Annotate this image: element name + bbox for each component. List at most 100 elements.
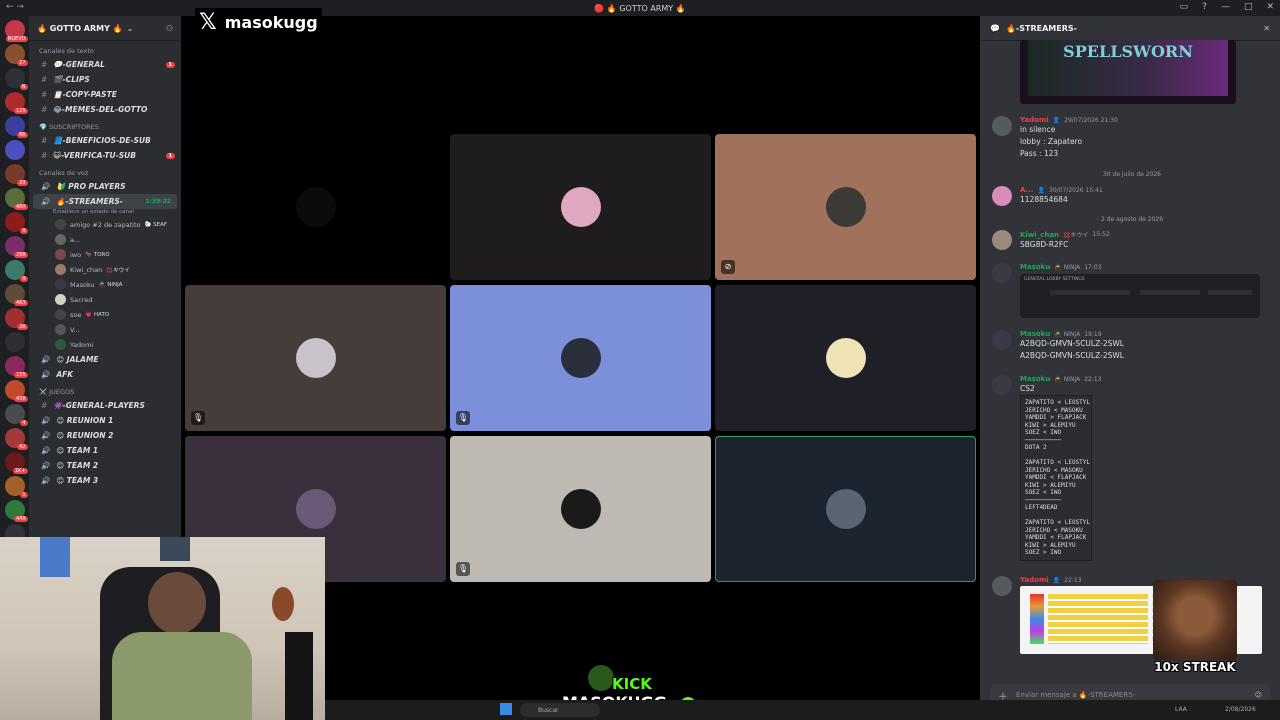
avatar[interactable] bbox=[992, 375, 1012, 395]
category-games[interactable]: ⚔️ JUEGOS bbox=[29, 382, 181, 398]
channel-status[interactable]: Establece un estado de canal bbox=[29, 209, 181, 217]
author-tag: 🥷 NINJA bbox=[1054, 263, 1081, 271]
maximize-icon[interactable]: □ bbox=[1244, 2, 1253, 12]
guild-header[interactable]: 🔥 GOTTO ARMY 🔥 ⌄ ⚇ bbox=[29, 16, 181, 41]
participant-tile[interactable] bbox=[450, 134, 711, 280]
inbox-icon[interactable]: ▭ bbox=[1180, 2, 1189, 12]
server-icon[interactable]: 27 bbox=[4, 44, 28, 66]
voice-channel-pro-players[interactable]: 🔊 🔰 PRO PLAYERS bbox=[29, 179, 181, 194]
category-voice-channels[interactable]: Canales de voz bbox=[29, 163, 181, 179]
server-icon[interactable]: N bbox=[4, 68, 28, 90]
server-icon[interactable]: 42 bbox=[4, 428, 28, 450]
author-name[interactable]: Masoku bbox=[1020, 375, 1050, 383]
participant-tile[interactable] bbox=[185, 134, 446, 280]
taskbar-search[interactable]: Buscar bbox=[520, 703, 600, 717]
speaker-icon: 🔊 bbox=[41, 446, 51, 455]
voice-channel[interactable]: 🔊 AFK bbox=[29, 367, 181, 382]
server-icon[interactable]: 155 bbox=[4, 356, 28, 378]
text-channel[interactable]: # 🎬-CLIPS bbox=[29, 72, 181, 87]
text-channel[interactable]: # 📘-BENEFICIOS-DE-SUB bbox=[29, 133, 181, 148]
screenshot-attachment[interactable]: GENERAL LOBBY SETTINGS bbox=[1020, 274, 1260, 318]
author-name[interactable]: Masoku bbox=[1020, 330, 1050, 338]
image-attachment[interactable]: SPELLSWORN bbox=[1020, 40, 1236, 104]
participant-tile[interactable]: 🎙 bbox=[185, 285, 446, 431]
participant-tile[interactable] bbox=[715, 285, 976, 431]
text-channel[interactable]: # 😺-VERIFICA-TU-SUB 1 bbox=[29, 148, 181, 163]
server-icon[interactable]: 298 bbox=[4, 236, 28, 258]
category-text-channels[interactable]: Canales de texto bbox=[29, 41, 181, 57]
game-channel[interactable]: 🔊 😊 TEAM 3 bbox=[29, 473, 181, 488]
voice-channel[interactable]: 🔊 😊 JALAME bbox=[29, 352, 181, 367]
avatar bbox=[55, 249, 66, 260]
avatar[interactable] bbox=[992, 116, 1012, 136]
close-icon[interactable]: ✕ bbox=[1263, 24, 1270, 33]
close-icon[interactable]: ✕ bbox=[1266, 2, 1274, 12]
voice-user[interactable]: amigo #2 de zapatito 🐑 SEAF bbox=[29, 217, 181, 232]
participant-tile[interactable]: ⊘ bbox=[715, 134, 976, 280]
server-icon[interactable]: 1 bbox=[4, 476, 28, 498]
avatar[interactable] bbox=[992, 230, 1012, 250]
server-badge: 1K+ bbox=[12, 468, 28, 474]
voice-user[interactable]: iwo 🐂 TORO bbox=[29, 247, 181, 262]
nav-arrows-icon[interactable]: ← → bbox=[6, 2, 24, 12]
avatar[interactable] bbox=[992, 263, 1012, 283]
help-icon[interactable]: ? bbox=[1202, 2, 1207, 12]
voice-user[interactable]: Kiwi_chan 💢キウイ bbox=[29, 262, 181, 277]
game-channel[interactable]: 🔊 😊 TEAM 1 bbox=[29, 443, 181, 458]
taskbar-date[interactable]: 2/08/2026 bbox=[1225, 706, 1256, 713]
voice-user[interactable]: Masoku 🥷 NINJA bbox=[29, 277, 181, 292]
server-icon[interactable] bbox=[4, 332, 25, 352]
server-icon[interactable]: 125 bbox=[4, 92, 28, 114]
author-tag: 🥷 NINJA bbox=[1054, 375, 1081, 383]
server-icon[interactable]: 29 bbox=[4, 164, 28, 186]
game-channel[interactable]: 🔊 😊 TEAM 2 bbox=[29, 458, 181, 473]
message-line: 1128854684 bbox=[1020, 195, 1068, 204]
avatar[interactable] bbox=[992, 186, 1012, 206]
author-name[interactable]: A... bbox=[1020, 186, 1034, 194]
participant-tile[interactable] bbox=[715, 436, 976, 582]
server-icon[interactable]: 9 bbox=[4, 260, 28, 282]
server-icon[interactable]: 463 bbox=[4, 284, 28, 306]
server-icon[interactable]: 86 bbox=[4, 116, 28, 138]
voice-user[interactable]: Yadomi bbox=[29, 337, 181, 352]
voice-channel-streamers[interactable]: 🔊 🔥-STREAMERS- 1:39:22 bbox=[33, 194, 177, 209]
server-icon[interactable]: 438 bbox=[4, 380, 28, 402]
participant-tile[interactable]: 🎙 bbox=[450, 285, 711, 431]
hash-icon: # bbox=[41, 401, 48, 410]
category-subscribers[interactable]: 💎 SUSCRIPTORES bbox=[29, 117, 181, 133]
server-badge: 298 bbox=[13, 252, 28, 258]
server-icon[interactable]: 26 bbox=[4, 308, 28, 330]
text-channel[interactable]: # 📋-COPY-PASTE bbox=[29, 87, 181, 102]
game-channel[interactable]: 🔊 😊 REUNION 1 bbox=[29, 413, 181, 428]
text-channel[interactable]: # 😂-MEMES-DEL-GOTTO bbox=[29, 102, 181, 117]
participant-avatar bbox=[560, 338, 601, 378]
server-icon[interactable]: NUEVO bbox=[4, 20, 28, 42]
author-name[interactable]: Yadomi bbox=[1020, 576, 1049, 584]
author-name[interactable]: Masoku bbox=[1020, 263, 1050, 271]
game-channel[interactable]: 🔊 😊 REUNION 2 bbox=[29, 428, 181, 443]
voice-user[interactable]: a... bbox=[29, 232, 181, 247]
text-channel[interactable]: # 💬-GENERAL 1 bbox=[29, 57, 181, 72]
voice-user[interactable]: soe 💗 HATO bbox=[29, 307, 181, 322]
game-channel[interactable]: # 👾-GENERAL-PLAYERS bbox=[29, 398, 181, 413]
server-icon[interactable]: 4 bbox=[4, 404, 28, 426]
voice-user[interactable]: V... bbox=[29, 322, 181, 337]
language-indicator[interactable]: LAA bbox=[1175, 706, 1187, 713]
add-member-icon[interactable]: ⚇ bbox=[166, 24, 173, 33]
server-icon[interactable]: 9 bbox=[4, 212, 28, 234]
author-name[interactable]: Kiwi_chan bbox=[1020, 231, 1059, 239]
minimize-icon[interactable]: — bbox=[1221, 2, 1230, 12]
window-titlebar: ← → 🔴 🔥 GOTTO ARMY 🔥 ▭ ? — □ ✕ bbox=[0, 0, 1280, 16]
channel-label: 🎬-CLIPS bbox=[53, 75, 90, 84]
server-icon[interactable]: 449 bbox=[4, 500, 28, 522]
windows-start-icon[interactable] bbox=[500, 703, 512, 715]
server-icon[interactable]: 480 bbox=[4, 188, 28, 210]
avatar[interactable] bbox=[992, 576, 1012, 596]
participant-tile[interactable]: 🎙 bbox=[450, 436, 711, 582]
author-name[interactable]: Yadomi bbox=[1020, 116, 1049, 124]
emoji-icon[interactable]: ☺ bbox=[1255, 691, 1262, 699]
avatar[interactable] bbox=[992, 330, 1012, 350]
server-icon[interactable]: 1K+ bbox=[4, 452, 28, 474]
voice-user[interactable]: Sacred bbox=[29, 292, 181, 307]
server-icon[interactable] bbox=[4, 140, 25, 160]
